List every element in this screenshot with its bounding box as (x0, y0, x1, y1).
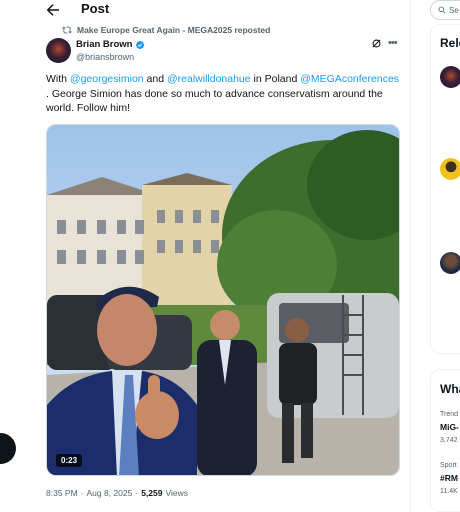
trend-category: Sport (440, 462, 457, 469)
author-avatar[interactable] (46, 38, 71, 63)
verified-badge-icon (136, 40, 145, 49)
mention-link[interactable]: @georgesimion (70, 73, 144, 85)
tweet-text-part: . George Simion has done so much to adva… (46, 87, 383, 115)
post-date[interactable]: Aug 8, 2025 (87, 488, 133, 498)
tweet-text-part: in Poland (250, 73, 301, 85)
search-input[interactable]: Se (430, 0, 460, 20)
tweet-text-part: With (46, 73, 70, 85)
trend-count: 3,742 (440, 437, 458, 444)
author-name[interactable]: Brian Brown (76, 39, 145, 50)
video-frame (47, 125, 399, 475)
post-time[interactable]: 8:35 PM (46, 488, 78, 498)
video-duration: 0:23 (56, 454, 83, 467)
post-detail-column: Post Make Europe Great Again - MEGA2025 … (0, 0, 411, 512)
post-header: Post (0, 0, 411, 20)
repost-indicator[interactable]: Make Europe Great Again - MEGA2025 repos… (62, 25, 270, 35)
views-label: Views (165, 488, 189, 498)
relevant-avatar[interactable] (440, 252, 460, 274)
tweet-text-part: and (143, 73, 167, 85)
author-name-text: Brian Brown (76, 39, 133, 50)
right-sidebar: Se Rele Wha Trend MiG- 3,742 Sport #RM 1… (412, 0, 460, 512)
trend-count: 11.4K (440, 488, 458, 495)
author-handle[interactable]: @briansbrown (76, 52, 134, 62)
search-icon (438, 6, 446, 14)
arrow-left-icon[interactable] (44, 1, 62, 19)
meta-separator: · (135, 488, 139, 498)
trend-title[interactable]: MiG- (440, 422, 459, 432)
post-meta: 8:35 PM · Aug 8, 2025 · 5,259 Views (46, 488, 188, 498)
mention-link[interactable]: @MEGAconferences (300, 73, 399, 85)
repost-icon (62, 26, 72, 34)
floating-action-button[interactable] (0, 433, 16, 464)
relevant-heading: Rele (440, 36, 460, 50)
tweet-text: With @georgesimion and @realwilldonahue … (46, 72, 402, 116)
trend-title[interactable]: #RM (440, 473, 458, 483)
search-placeholder: Se (449, 5, 459, 15)
meta-separator: · (80, 488, 84, 498)
mention-link[interactable]: @realwilldonahue (167, 73, 251, 85)
relevant-avatar[interactable] (440, 158, 460, 180)
relevant-avatar[interactable] (440, 66, 460, 88)
grok-icon[interactable] (371, 38, 382, 49)
page-title: Post (81, 1, 110, 16)
trend-category: Trend (440, 411, 459, 418)
more-icon[interactable]: ••• (388, 37, 398, 49)
repost-text: Make Europe Great Again - MEGA2025 repos… (77, 25, 271, 35)
views-count: 5,259 (141, 488, 163, 498)
video-player[interactable]: 0:23 (46, 124, 400, 476)
whats-happening-heading: Wha (440, 382, 460, 396)
